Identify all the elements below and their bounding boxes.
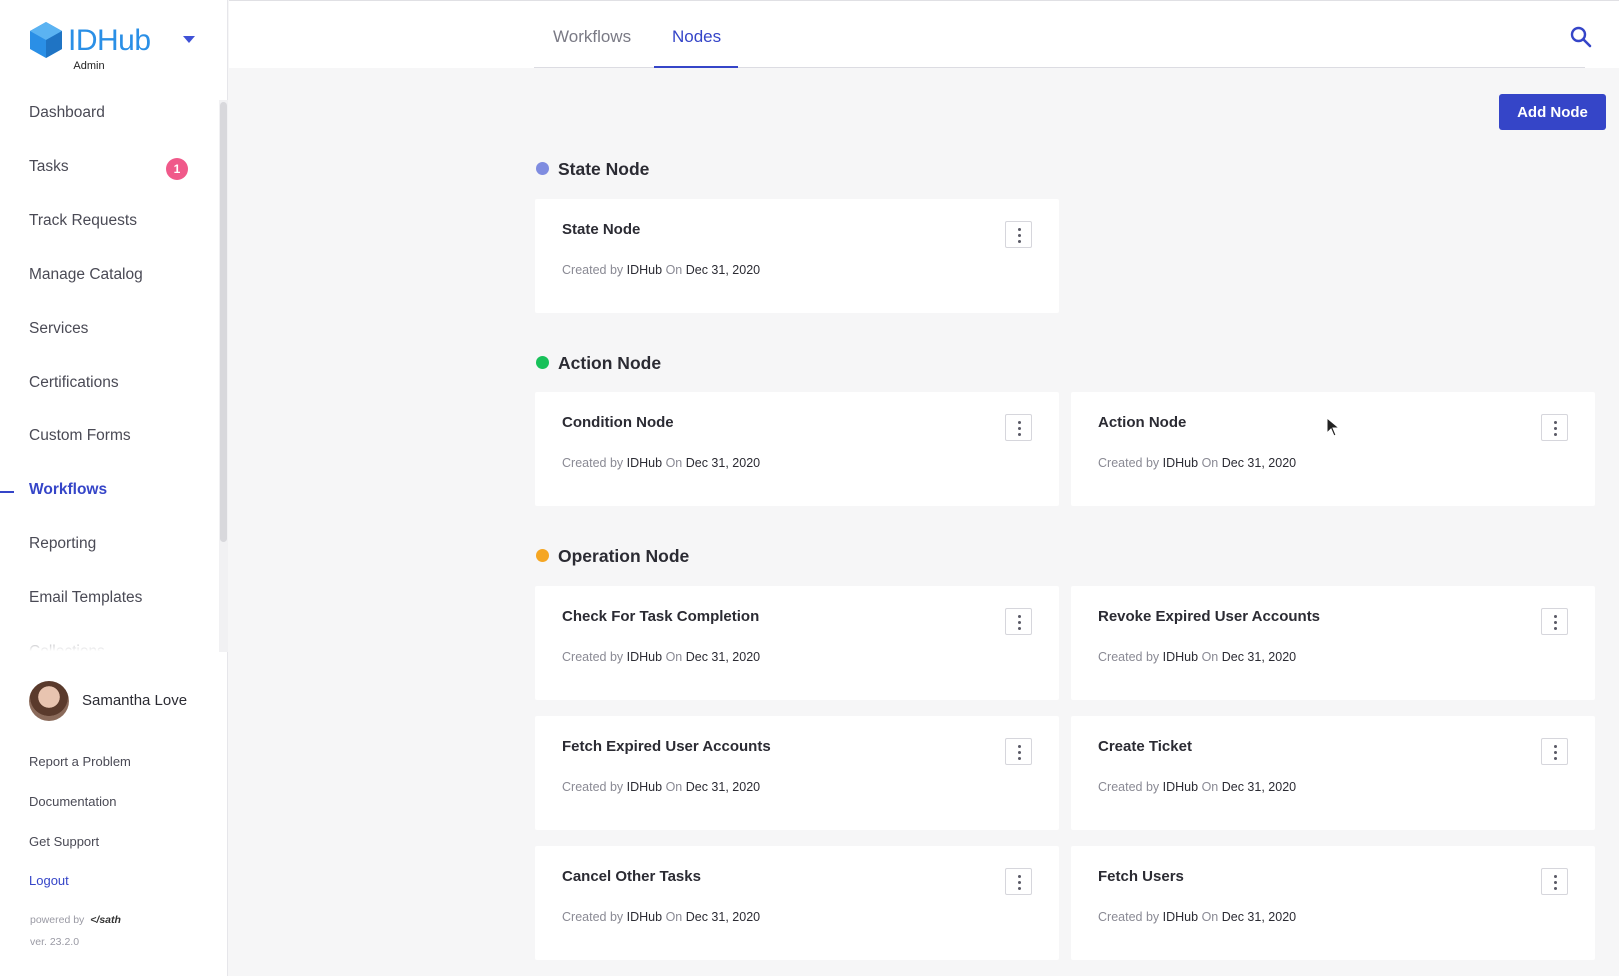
state-dot-icon bbox=[536, 162, 549, 175]
section-title: Operation Node bbox=[558, 546, 690, 566]
node-meta: Created by IDHub On Dec 31, 2020 bbox=[562, 456, 761, 470]
version-label: ver. 23.2.0 bbox=[30, 936, 80, 948]
sidebar-item-tasks[interactable]: Tasks 1 bbox=[0, 142, 210, 196]
node-title: State Node bbox=[562, 221, 641, 238]
more-options-icon[interactable] bbox=[1005, 868, 1032, 895]
sidebar-item-label: Reporting bbox=[29, 535, 97, 552]
top-bar: Workflows Nodes bbox=[229, 0, 1619, 68]
sidebar-item-label: Certifications bbox=[29, 374, 119, 391]
sidebar-item-label: Services bbox=[29, 320, 89, 337]
node-meta: Created by IDHub On Dec 31, 2020 bbox=[562, 780, 761, 794]
documentation-link[interactable]: Documentation bbox=[29, 794, 116, 809]
user-profile[interactable]: Samantha Love bbox=[29, 681, 219, 721]
chevron-down-icon[interactable] bbox=[183, 36, 195, 43]
node-card[interactable]: Check For Task Completion Created by IDH… bbox=[535, 586, 1059, 700]
node-title: Cancel Other Tasks bbox=[562, 868, 701, 885]
node-title: Check For Task Completion bbox=[562, 608, 760, 625]
more-options-icon[interactable] bbox=[1541, 414, 1568, 441]
sidebar-item-track-requests[interactable]: Track Requests bbox=[0, 196, 210, 250]
sidebar-item-reporting[interactable]: Reporting bbox=[0, 519, 210, 573]
brand[interactable]: IDHub Admin bbox=[26, 20, 216, 76]
sidebar-item-email-templates[interactable]: Email Templates bbox=[0, 573, 210, 627]
node-card[interactable]: Create Ticket Created by IDHub On Dec 31… bbox=[1071, 716, 1595, 830]
node-meta: Created by IDHub On Dec 31, 2020 bbox=[1098, 780, 1297, 794]
sidebar-item-label: Email Templates bbox=[29, 589, 143, 606]
sidebar-item-label: Workflows bbox=[29, 481, 108, 498]
sidebar: IDHub Admin Dashboard Tasks 1 Track Reque… bbox=[0, 0, 228, 976]
sidebar-item-label: Dashboard bbox=[29, 104, 105, 121]
sidebar-item-label: Manage Catalog bbox=[29, 266, 143, 283]
node-meta: Created by IDHub On Dec 31, 2020 bbox=[562, 910, 761, 924]
more-options-icon[interactable] bbox=[1541, 738, 1568, 765]
active-indicator bbox=[0, 491, 14, 493]
more-options-icon[interactable] bbox=[1005, 221, 1032, 248]
action-dot-icon bbox=[536, 356, 549, 369]
more-options-icon[interactable] bbox=[1005, 608, 1032, 635]
node-meta: Created by IDHub On Dec 31, 2020 bbox=[1098, 910, 1297, 924]
node-card[interactable]: Action Node Created by IDHub On Dec 31, … bbox=[1071, 392, 1595, 506]
node-title: Revoke Expired User Accounts bbox=[1098, 608, 1321, 625]
more-options-icon[interactable] bbox=[1005, 738, 1032, 765]
sidebar-scrollbar[interactable] bbox=[220, 102, 227, 542]
node-title: Fetch Users bbox=[1098, 868, 1184, 885]
operation-dot-icon bbox=[536, 549, 549, 562]
tab-workflows[interactable]: Workflows bbox=[553, 27, 631, 47]
node-title: Condition Node bbox=[562, 414, 674, 431]
node-meta: Created by IDHub On Dec 31, 2020 bbox=[562, 263, 761, 277]
add-node-button[interactable]: Add Node bbox=[1499, 94, 1606, 130]
sidebar-item-workflows[interactable]: Workflows bbox=[0, 465, 210, 519]
sidebar-item-dashboard[interactable]: Dashboard bbox=[0, 88, 210, 142]
more-options-icon[interactable] bbox=[1005, 414, 1032, 441]
sidebar-item-custom-forms[interactable]: Custom Forms bbox=[0, 411, 210, 465]
section-title: Action Node bbox=[558, 353, 662, 373]
active-tab-indicator bbox=[654, 66, 738, 68]
node-card[interactable]: State Node Created by IDHub On Dec 31, 2… bbox=[535, 199, 1059, 313]
sidebar-item-services[interactable]: Services bbox=[0, 304, 210, 358]
avatar bbox=[29, 681, 69, 721]
node-title: Action Node bbox=[1098, 414, 1187, 431]
report-problem-link[interactable]: Report a Problem bbox=[29, 754, 131, 769]
sath-logo: </sath bbox=[90, 914, 121, 926]
node-card[interactable]: Fetch Users Created by IDHub On Dec 31, … bbox=[1071, 846, 1595, 960]
sidebar-item-label: Track Requests bbox=[29, 212, 137, 229]
sidebar-item-certifications[interactable]: Certifications bbox=[0, 358, 210, 412]
sidebar-nav: Dashboard Tasks 1 Track Requests Manage C… bbox=[0, 88, 220, 654]
more-options-icon[interactable] bbox=[1541, 868, 1568, 895]
node-card[interactable]: Revoke Expired User Accounts Created by … bbox=[1071, 586, 1595, 700]
node-meta: Created by IDHub On Dec 31, 2020 bbox=[1098, 650, 1297, 664]
tasks-count-badge: 1 bbox=[166, 158, 188, 180]
section-title: State Node bbox=[558, 159, 650, 179]
tab-nodes[interactable]: Nodes bbox=[672, 27, 721, 47]
sidebar-item-label: Collections bbox=[29, 643, 105, 654]
brand-name: IDHub bbox=[68, 24, 151, 57]
powered-by: powered by </sath bbox=[30, 914, 121, 926]
sidebar-item-label: Tasks bbox=[29, 158, 69, 175]
search-icon[interactable] bbox=[1569, 25, 1593, 49]
node-meta: Created by IDHub On Dec 31, 2020 bbox=[562, 650, 761, 664]
get-support-link[interactable]: Get Support bbox=[29, 834, 99, 849]
node-title: Create Ticket bbox=[1098, 738, 1192, 755]
more-options-icon[interactable] bbox=[1541, 608, 1568, 635]
node-meta: Created by IDHub On Dec 31, 2020 bbox=[1098, 456, 1297, 470]
sidebar-item-manage-catalog[interactable]: Manage Catalog bbox=[0, 250, 210, 304]
user-name: Samantha Love bbox=[82, 692, 188, 709]
node-title: Fetch Expired User Accounts bbox=[562, 738, 771, 755]
logout-link[interactable]: Logout bbox=[29, 873, 69, 888]
node-card[interactable]: Condition Node Created by IDHub On Dec 3… bbox=[535, 392, 1059, 506]
node-card[interactable]: Cancel Other Tasks Created by IDHub On D… bbox=[535, 846, 1059, 960]
hexagon-logo-icon bbox=[30, 22, 62, 58]
sidebar-item-label: Custom Forms bbox=[29, 427, 131, 444]
node-card[interactable]: Fetch Expired User Accounts Created by I… bbox=[535, 716, 1059, 830]
sidebar-item-collections[interactable]: Collections bbox=[0, 627, 210, 654]
brand-subtitle: Admin bbox=[73, 60, 105, 72]
mouse-pointer-icon bbox=[1326, 417, 1340, 437]
